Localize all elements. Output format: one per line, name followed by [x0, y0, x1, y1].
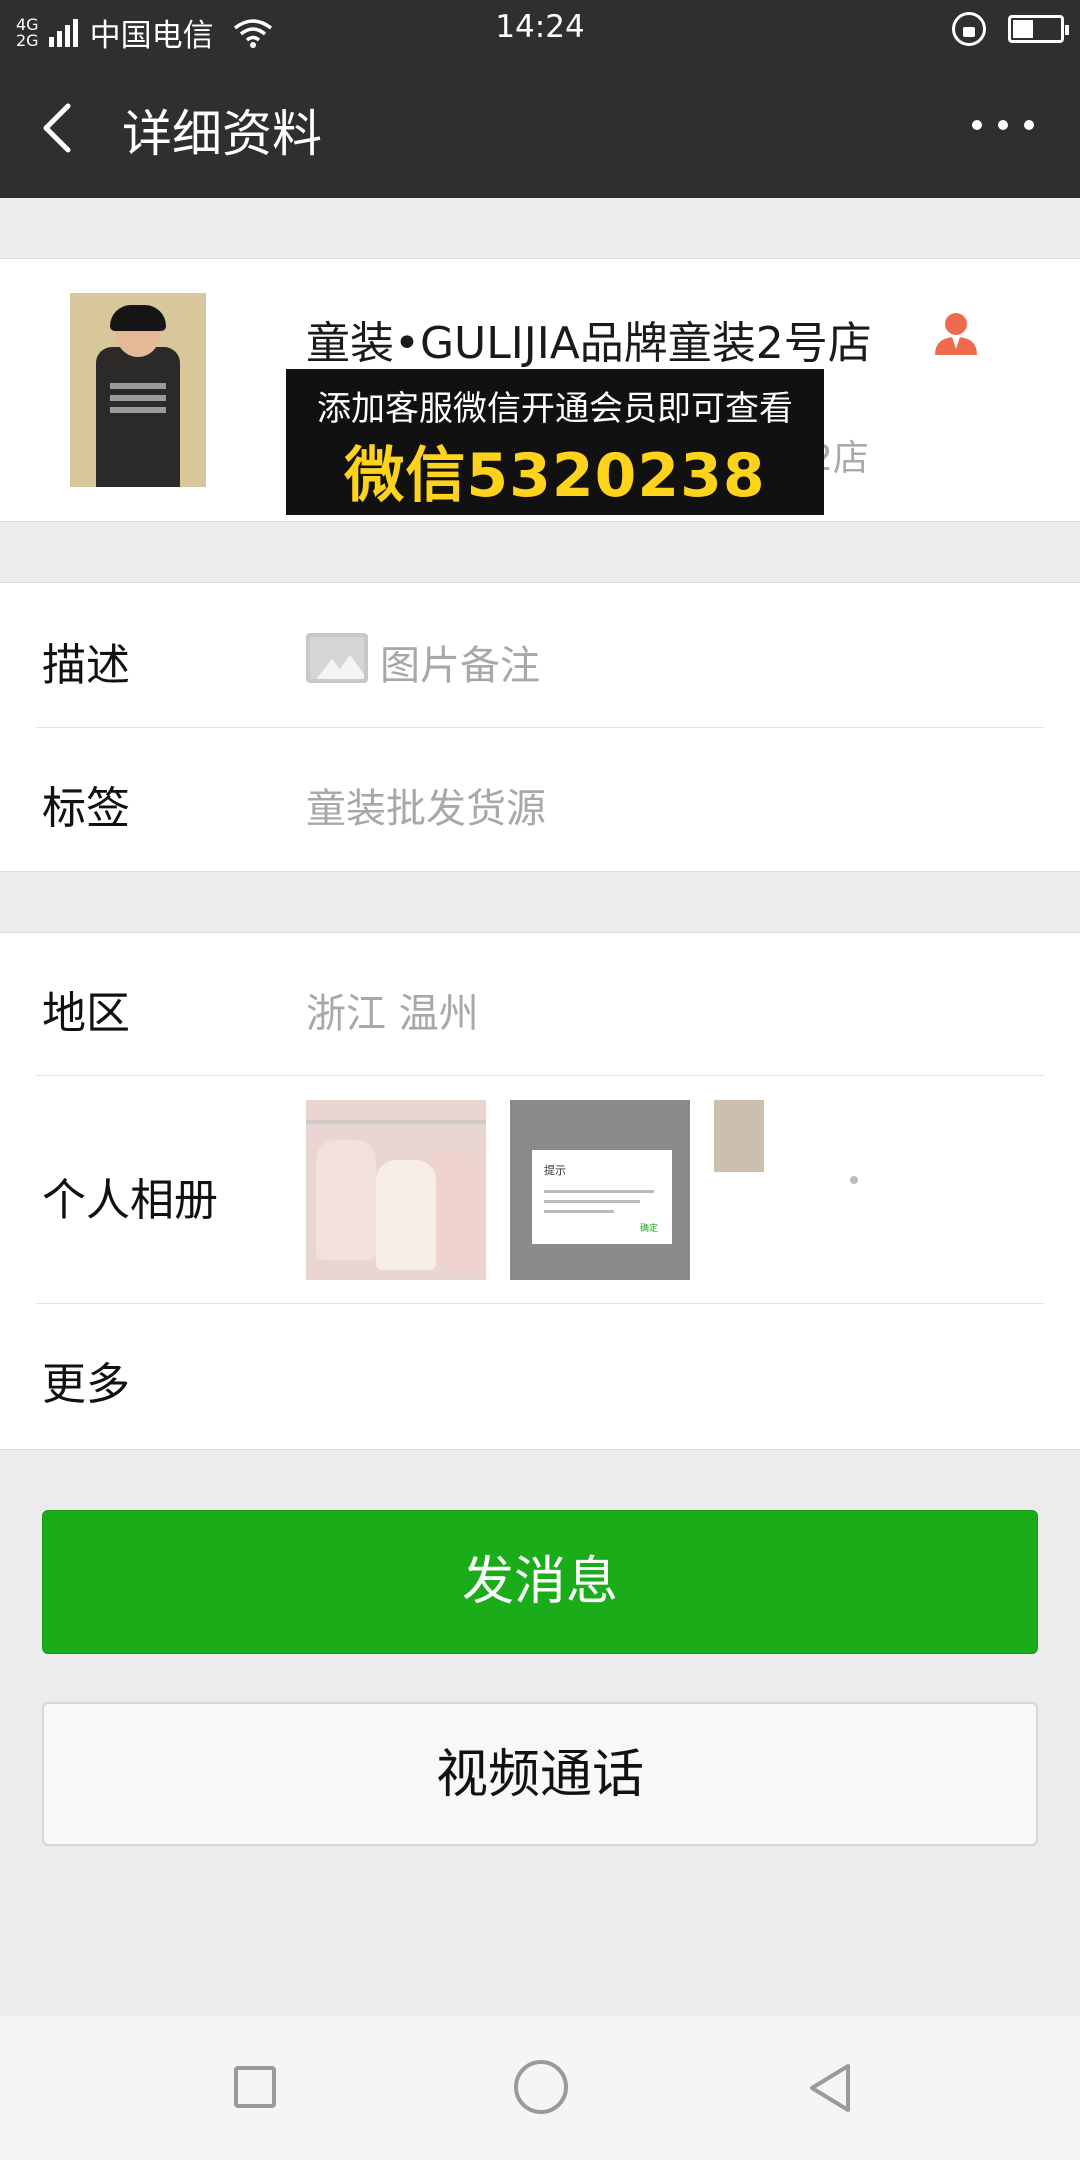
notes-group: 描述 图片备注 标签 童装批发货源	[0, 582, 1080, 872]
tags-label: 标签	[42, 783, 130, 834]
album-thumbnails: 提示 确定	[306, 1100, 894, 1280]
system-nav-bar	[0, 2016, 1080, 2160]
rotation-lock-icon	[952, 12, 986, 46]
video-call-button[interactable]: 视频通话	[42, 1702, 1038, 1846]
album-thumbnail[interactable]	[714, 1100, 894, 1280]
avatar[interactable]	[70, 293, 206, 487]
album-label: 个人相册	[42, 1175, 218, 1226]
image-icon	[306, 633, 368, 683]
region-row: 地区 浙江 温州	[0, 933, 1080, 1075]
album-thumbnail[interactable]: 提示 确定	[510, 1100, 690, 1280]
promo-line-1: 添加客服微信开通会员即可查看	[317, 389, 793, 429]
status-right	[952, 12, 1069, 46]
send-message-button[interactable]: 发消息	[42, 1510, 1038, 1654]
system-back-icon[interactable]	[804, 2060, 856, 2116]
contact-person-icon	[935, 313, 977, 355]
profile-card[interactable]: 童装•GULIJIA品牌童装2号店 2店 添加客服微信开通会员即可查看 微信53…	[0, 258, 1080, 522]
nav-header: 详细资料	[0, 58, 1080, 198]
tags-value: 童装批发货源	[306, 786, 546, 832]
thumbnail-dialog-ok: 确定	[639, 1224, 658, 1234]
promo-line-2: 微信5320238	[344, 441, 766, 511]
status-bar: 4G 2G 中国电信 14:24	[0, 0, 1080, 58]
info-group: 地区 浙江 温州 个人相册 提示 确定 更多	[0, 932, 1080, 1450]
region-value: 浙江 温州	[306, 991, 479, 1037]
album-row[interactable]: 个人相册 提示 确定	[0, 1076, 1080, 1302]
more-label: 更多	[42, 1359, 130, 1410]
clock: 14:24	[495, 9, 585, 45]
tags-row[interactable]: 标签 童装批发货源	[0, 728, 1080, 872]
description-value: 图片备注	[380, 643, 540, 689]
contact-detail-screen: 4G 2G 中国电信 14:24 详细资料 童装•GULIJIA品牌童装2号店 …	[0, 0, 1080, 2160]
more-options-icon[interactable]	[972, 110, 1034, 140]
description-label: 描述	[42, 640, 130, 691]
more-row[interactable]: 更多	[0, 1304, 1080, 1450]
region-label: 地区	[42, 988, 130, 1039]
home-icon[interactable]	[514, 2060, 568, 2114]
battery-icon	[1008, 15, 1069, 43]
battery-level	[1013, 20, 1033, 38]
promo-overlay-banner: 添加客服微信开通会员即可查看 微信5320238	[286, 369, 824, 515]
album-thumbnail[interactable]	[306, 1100, 486, 1280]
page-title: 详细资料	[122, 105, 322, 163]
description-row[interactable]: 描述 图片备注	[0, 583, 1080, 727]
recent-apps-icon[interactable]	[234, 2066, 276, 2108]
back-icon[interactable]	[30, 96, 90, 160]
profile-name: 童装•GULIJIA品牌童装2号店	[306, 318, 872, 369]
thumbnail-dialog-title: 提示	[544, 1164, 566, 1177]
